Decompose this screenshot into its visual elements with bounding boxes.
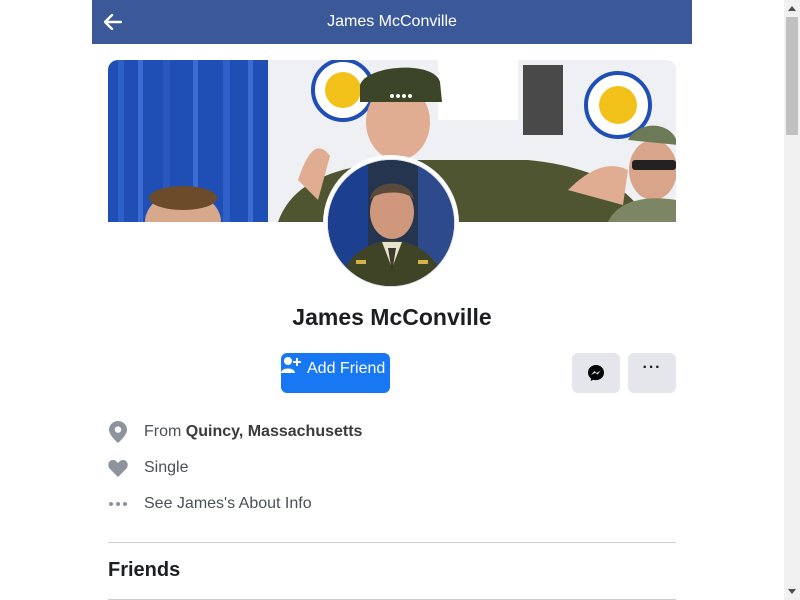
- more-options-button[interactable]: ···: [628, 353, 676, 393]
- relationship-status: Single: [144, 459, 189, 476]
- page-title: James McConville: [327, 13, 457, 30]
- hometown-prefix: From: [144, 423, 182, 440]
- profile-picture-frame[interactable]: [323, 155, 459, 291]
- profile-name: James McConville: [292, 304, 492, 330]
- location-pin-icon: [108, 421, 128, 443]
- section-divider: [108, 542, 676, 543]
- messenger-icon: [588, 365, 604, 381]
- add-friend-button[interactable]: Add Friend: [281, 353, 390, 393]
- scroll-down-arrow-icon[interactable]: [784, 584, 800, 600]
- scroll-up-arrow-icon[interactable]: [784, 0, 800, 16]
- scrollbar-thumb[interactable]: [786, 17, 798, 135]
- top-bar: James McConville: [92, 0, 692, 44]
- avatar[interactable]: [327, 159, 455, 287]
- back-arrow-icon: [104, 14, 122, 30]
- hometown-row: From Quincy, Massachusetts: [108, 420, 676, 444]
- about-info-link[interactable]: See James's About Info: [144, 495, 312, 513]
- heart-icon: [108, 457, 128, 479]
- more-dots-icon: ···: [642, 359, 662, 376]
- ellipsis-icon: [108, 493, 128, 515]
- message-button[interactable]: [572, 353, 620, 393]
- relationship-row: Single: [108, 456, 676, 480]
- vertical-scrollbar[interactable]: [784, 0, 800, 600]
- hometown-place[interactable]: Quincy, Massachusetts: [186, 423, 363, 441]
- profile-page: James McConville James McConville Add Fr…: [0, 0, 784, 600]
- about-info-row[interactable]: See James's About Info: [108, 492, 676, 516]
- friends-heading: Friends: [108, 559, 181, 581]
- back-button[interactable]: [102, 11, 124, 33]
- add-person-icon: [281, 357, 301, 373]
- add-friend-label: Add Friend: [307, 360, 386, 377]
